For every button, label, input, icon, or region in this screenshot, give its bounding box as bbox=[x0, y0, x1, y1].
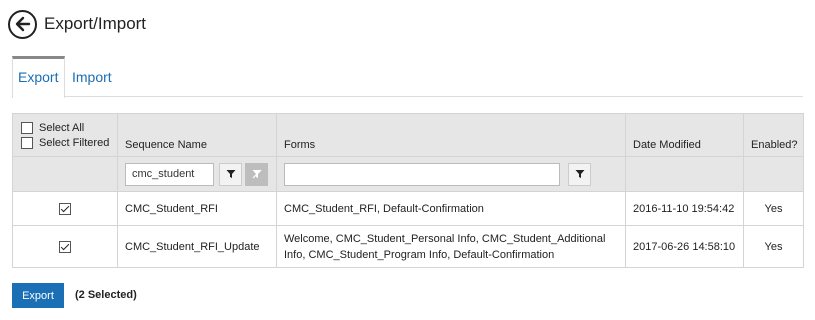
filter-cell-date bbox=[625, 156, 744, 192]
sequence-name-cell: CMC_Student_RFI_Update bbox=[117, 225, 277, 268]
column-header-date-modified[interactable]: Date Modified bbox=[625, 113, 744, 157]
forms-filter-input[interactable] bbox=[284, 162, 560, 186]
page-title: Export/Import bbox=[44, 14, 147, 33]
filter-cell-empty bbox=[12, 156, 118, 192]
row-select-cell bbox=[12, 225, 118, 268]
enabled-cell: Yes bbox=[743, 225, 804, 268]
sequence-name-cell: CMC_Student_RFI bbox=[117, 191, 277, 226]
page-header: Export/Import bbox=[8, 9, 146, 39]
row-select-cell bbox=[12, 191, 118, 226]
date-modified-cell: 2017-06-26 14:58:10 bbox=[625, 225, 744, 268]
select-all-label: Select All bbox=[39, 121, 85, 134]
filter-cell-sequence-name bbox=[117, 156, 277, 192]
select-filtered-checkbox[interactable] bbox=[21, 136, 33, 149]
column-header-sequence-name[interactable]: Sequence Name bbox=[117, 113, 277, 157]
select-all-row: Select All bbox=[21, 120, 117, 135]
tab-bar: Export Import bbox=[12, 56, 803, 98]
sequence-name-filter-input[interactable] bbox=[125, 162, 214, 186]
clear-filter-icon[interactable] bbox=[245, 162, 268, 186]
filter-row bbox=[12, 156, 804, 192]
filter-icon[interactable] bbox=[219, 162, 242, 186]
date-modified-cell: 2016-11-10 19:54:42 bbox=[625, 191, 744, 226]
select-filtered-row: Select Filtered bbox=[21, 135, 117, 150]
sequence-table: Select All Select Filtered Sequence Name… bbox=[12, 113, 804, 268]
tab-import[interactable]: Import bbox=[72, 56, 112, 97]
export-button[interactable]: Export bbox=[12, 283, 64, 308]
forms-cell: CMC_Student_RFI, Default-Confirmation bbox=[276, 191, 626, 226]
select-column-header: Select All Select Filtered bbox=[12, 113, 118, 157]
select-all-checkbox[interactable] bbox=[21, 121, 33, 134]
column-header-forms[interactable]: Forms bbox=[276, 113, 626, 157]
filter-cell-forms bbox=[276, 156, 626, 192]
table-row[interactable]: CMC_Student_RFI_Update Welcome, CMC_Stud… bbox=[12, 225, 804, 268]
table-row[interactable]: CMC_Student_RFI CMC_Student_RFI, Default… bbox=[12, 191, 804, 226]
tab-export[interactable]: Export bbox=[12, 56, 65, 98]
table-header-row: Select All Select Filtered Sequence Name… bbox=[12, 113, 804, 157]
row-checkbox[interactable] bbox=[59, 202, 71, 215]
forms-filter-icon[interactable] bbox=[568, 162, 591, 186]
row-checkbox[interactable] bbox=[59, 240, 71, 253]
back-arrow-icon[interactable] bbox=[8, 9, 37, 39]
select-filtered-label: Select Filtered bbox=[39, 136, 110, 149]
column-header-enabled[interactable]: Enabled? bbox=[743, 113, 804, 157]
filter-cell-enabled bbox=[743, 156, 804, 192]
forms-cell: Welcome, CMC_Student_Personal Info, CMC_… bbox=[276, 225, 626, 268]
selected-count-text: (2 Selected) bbox=[75, 289, 137, 301]
enabled-cell: Yes bbox=[743, 191, 804, 226]
